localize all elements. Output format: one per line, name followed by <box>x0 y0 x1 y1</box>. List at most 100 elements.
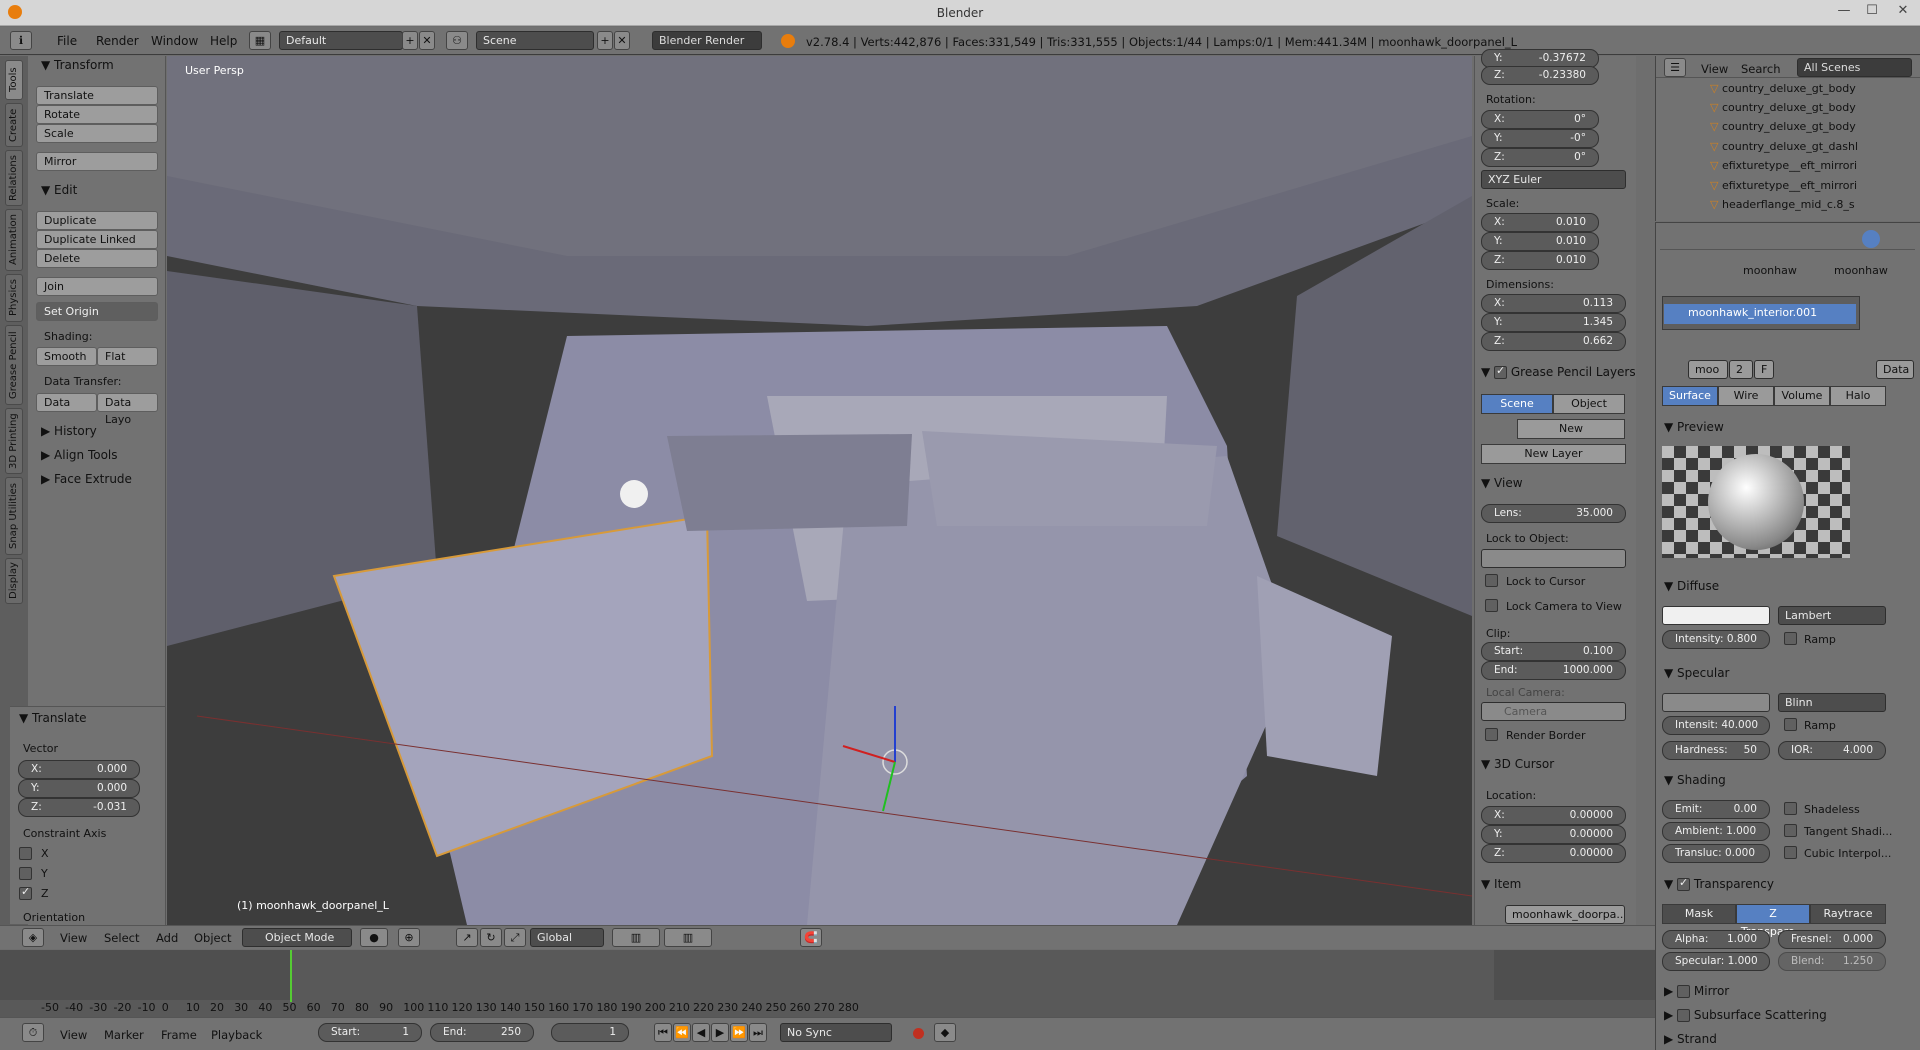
preview-panel-header[interactable]: ▼ Preview <box>1664 420 1724 434</box>
specular-intensity-field[interactable]: Intensit: 40.000 <box>1662 716 1770 735</box>
material-users-count[interactable]: 2 <box>1729 360 1753 379</box>
transparency-z-toggle[interactable]: Z Transpare... <box>1736 904 1810 938</box>
set-origin-dropdown[interactable]: Set Origin <box>36 302 158 321</box>
strand-panel-header[interactable]: ▶ Strand <box>1664 1032 1717 1046</box>
emit-field[interactable]: Emit: 0.00 <box>1662 800 1770 819</box>
mode-dropdown[interactable]: Object Mode <box>242 928 352 947</box>
dimension-y-field[interactable]: Y: 1.345 <box>1481 313 1626 332</box>
viewport-shading-button[interactable]: ● <box>360 928 388 947</box>
transparency-panel-header[interactable]: ▼ Transparency <box>1664 876 1774 891</box>
cursor-y-field[interactable]: Y: 0.00000 <box>1481 825 1626 844</box>
lock-to-cursor-checkbox[interactable] <box>1485 574 1498 587</box>
end-frame-field[interactable]: End: 250 <box>430 1023 534 1042</box>
outliner-item[interactable]: ▽ efixturetype__eft_mirrori <box>1710 179 1857 192</box>
mirror-panel-header[interactable]: ▶ Mirror <box>1664 984 1729 998</box>
diffuse-panel-header[interactable]: ▼ Diffuse <box>1664 579 1719 593</box>
view-panel-header[interactable]: ▼ View <box>1481 476 1523 490</box>
material-name-field[interactable]: moo <box>1688 360 1728 379</box>
diffuse-color-swatch[interactable] <box>1662 606 1770 625</box>
dimension-z-field[interactable]: Z: 0.662 <box>1481 332 1626 351</box>
mirror-checkbox[interactable] <box>1677 985 1691 998</box>
timeline-menu-marker[interactable]: Marker <box>104 1028 144 1042</box>
screen-layout-field[interactable]: Default <box>279 31 403 50</box>
specular-shader-dropdown[interactable]: Blinn <box>1778 693 1886 712</box>
cursor-z-field[interactable]: Z: 0.00000 <box>1481 844 1626 863</box>
diffuse-shader-dropdown[interactable]: Lambert <box>1778 606 1886 625</box>
record-button[interactable] <box>913 1028 924 1039</box>
ior-field[interactable]: IOR: 4.000 <box>1778 741 1886 760</box>
play-button[interactable]: ▶ <box>711 1023 729 1042</box>
local-camera-field[interactable]: Camera <box>1481 702 1626 721</box>
face-extrude-panel-header[interactable]: ▶ Face Extrude <box>41 472 132 486</box>
menu-object[interactable]: Object <box>194 931 231 945</box>
fresnel-field[interactable]: Fresnel: 0.000 <box>1778 930 1886 949</box>
constraint-x-checkbox[interactable] <box>19 847 32 860</box>
tab-animation[interactable]: Animation <box>5 209 23 271</box>
transparency-checkbox[interactable] <box>1677 876 1691 891</box>
tab-physics[interactable]: Physics <box>5 274 23 322</box>
tangent-shading-checkbox[interactable] <box>1784 824 1797 837</box>
grease-pencil-layers-header[interactable]: ▼ Grease Pencil Layers <box>1481 364 1636 379</box>
scene-field[interactable]: Scene <box>476 31 594 50</box>
manipulator-translate-icon[interactable]: ↗ <box>456 928 478 947</box>
transform-orientation-dropdown[interactable]: Global <box>530 928 604 947</box>
tab-surface[interactable]: Surface <box>1662 386 1718 406</box>
diffuse-ramp-checkbox[interactable] <box>1784 632 1797 645</box>
manipulator-rotate-icon[interactable]: ↻ <box>480 928 502 947</box>
sss-panel-header[interactable]: ▶ Subsurface Scattering <box>1664 1008 1827 1022</box>
scene-icon[interactable]: ⚇ <box>446 31 468 50</box>
lock-object-field[interactable] <box>1481 549 1626 568</box>
menu-view[interactable]: View <box>60 931 87 945</box>
3d-cursor-panel-header[interactable]: ▼ 3D Cursor <box>1481 757 1554 771</box>
outliner-menu-search[interactable]: Search <box>1741 62 1781 76</box>
tab-grease-pencil[interactable]: Grease Pencil <box>5 325 23 405</box>
scale-y-field[interactable]: Y: 0.010 <box>1481 232 1599 251</box>
gp-new-layer-button[interactable]: New Layer <box>1481 444 1626 464</box>
timeline-editor-icon[interactable]: ⏱ <box>22 1023 44 1042</box>
close-button[interactable]: ✕ <box>1893 3 1913 21</box>
outliner-item[interactable]: ▽ efixturetype__eft_mirrori <box>1710 159 1857 172</box>
timeline[interactable] <box>0 950 1655 1026</box>
render-border-checkbox[interactable] <box>1485 728 1498 741</box>
remove-layout-button[interactable]: ✕ <box>419 31 435 50</box>
smooth-button[interactable]: Smooth <box>36 347 97 366</box>
snap-icon[interactable]: 🧲 <box>800 928 822 947</box>
clip-end-field[interactable]: End: 1000.000 <box>1481 661 1626 680</box>
specular-color-swatch[interactable] <box>1662 693 1770 712</box>
add-layout-button[interactable]: + <box>402 31 418 50</box>
outliner-scope-dropdown[interactable]: All Scenes <box>1797 58 1912 77</box>
view3d-editor-icon[interactable]: ◈ <box>22 928 44 947</box>
minimize-button[interactable]: — <box>1834 3 1854 21</box>
menu-render[interactable]: Render <box>96 34 139 48</box>
flat-button[interactable]: Flat <box>97 347 158 366</box>
ambient-field[interactable]: Ambient: 1.000 <box>1662 822 1770 841</box>
align-tools-panel-header[interactable]: ▶ Align Tools <box>41 448 118 462</box>
shading-panel-header[interactable]: ▼ Shading <box>1664 773 1726 787</box>
jump-end-button[interactable]: ⏭ <box>749 1023 767 1042</box>
outliner-item[interactable]: ▽ country_deluxe_gt_body <box>1710 120 1856 133</box>
rotate-button[interactable]: Rotate <box>36 105 158 124</box>
timeline-menu-view[interactable]: View <box>60 1028 87 1042</box>
specular-panel-header[interactable]: ▼ Specular <box>1664 666 1730 680</box>
outliner-item[interactable]: ▽ country_deluxe_gt_body <box>1710 82 1856 95</box>
duplicate-button[interactable]: Duplicate <box>36 211 158 230</box>
mirror-button[interactable]: Mirror <box>36 152 158 171</box>
vector-y-field[interactable]: Y: 0.000 <box>18 779 140 798</box>
render-engine-dropdown[interactable]: Blender Render <box>652 31 762 50</box>
outliner-menu-view[interactable]: View <box>1701 62 1728 76</box>
rotation-z-field[interactable]: Z: 0° <box>1481 148 1599 167</box>
tab-snap-utilities[interactable]: Snap Utilities <box>5 477 23 555</box>
layers-grid[interactable]: ▥ <box>612 928 660 947</box>
start-frame-field[interactable]: Start: 1 <box>318 1023 422 1042</box>
gp-object-toggle[interactable]: Object <box>1553 394 1625 414</box>
transform-panel-header[interactable]: ▼ Transform <box>41 58 114 72</box>
next-keyframe-button[interactable]: ⏩ <box>730 1023 748 1042</box>
item-name-field[interactable]: moonhawk_doorpa... <box>1505 905 1625 924</box>
outliner-item[interactable]: ▽ country_deluxe_gt_dashl <box>1710 140 1858 153</box>
alpha-field[interactable]: Alpha: 1.000 <box>1662 930 1770 949</box>
specular-alpha-field[interactable]: Specular: 1.000 <box>1662 952 1770 971</box>
manipulator-scale-icon[interactable]: ⤢ <box>504 928 526 947</box>
tab-wire[interactable]: Wire <box>1718 386 1774 406</box>
breadcrumb-object[interactable]: moonhaw <box>1743 264 1797 277</box>
add-scene-button[interactable]: + <box>597 31 613 50</box>
